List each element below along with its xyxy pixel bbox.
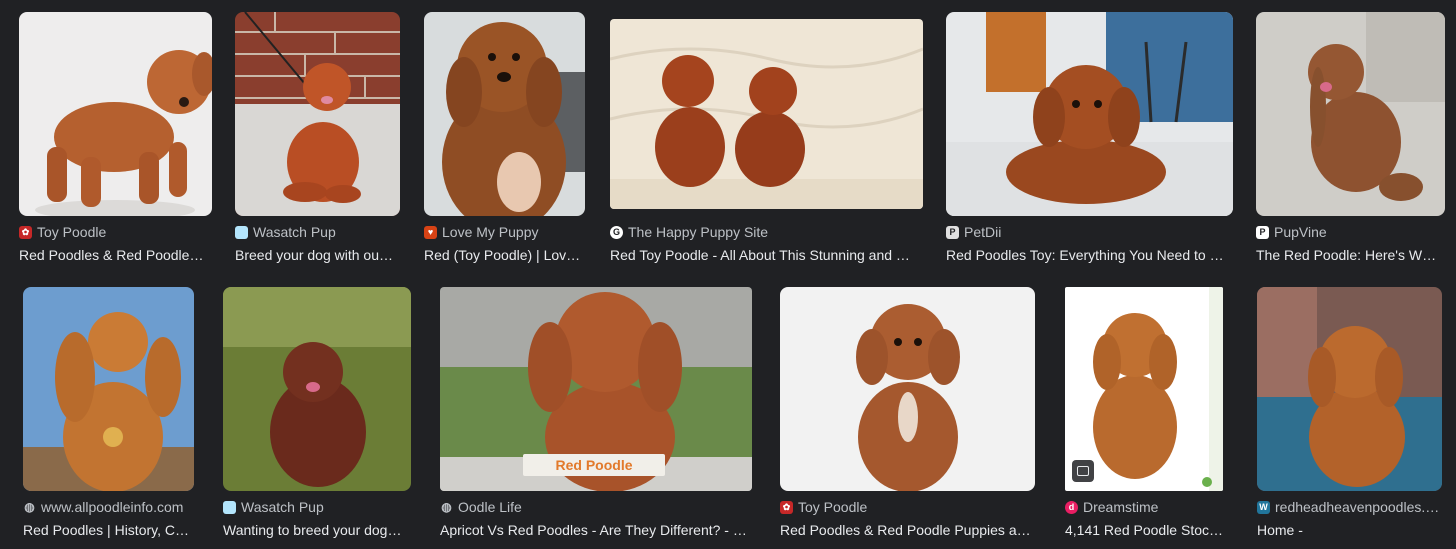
poodle-image	[1257, 287, 1442, 491]
result-source[interactable]: ◍ Oodle Life	[440, 498, 522, 516]
wasatch-pup-icon	[235, 225, 248, 239]
result-source[interactable]: P PetDii	[946, 223, 1001, 241]
source-label: redheadheavenpoodles.com	[1275, 499, 1441, 515]
source-label: Dreamstime	[1083, 499, 1159, 515]
result-source[interactable]: ✿ Toy Poodle	[19, 223, 106, 241]
source-label: Toy Poodle	[37, 224, 107, 240]
source-label: www.allpoodleinfo.com	[41, 499, 184, 515]
poodle-image	[610, 19, 923, 209]
result-title[interactable]: The Red Poodle: Here's What You Should K…	[1256, 245, 1438, 265]
result-source[interactable]: ✿ Toy Poodle	[780, 498, 867, 516]
poodle-image	[424, 12, 585, 216]
poodle-image	[780, 287, 1035, 491]
source-label: Love My Puppy	[442, 224, 539, 240]
result-source[interactable]: ♥ Love My Puppy	[424, 223, 539, 241]
result-thumbnail[interactable]	[1256, 12, 1445, 216]
result-source[interactable]: Wasatch Pup	[235, 223, 336, 241]
result-thumbnail[interactable]	[424, 12, 585, 216]
result-thumbnail[interactable]	[610, 19, 923, 209]
dreamstime-icon: d	[1065, 500, 1078, 514]
result-title[interactable]: Red Toy Poodle - All About This Stunning…	[610, 245, 916, 265]
result-title[interactable]: 4,141 Red Poodle Stock Photos	[1065, 520, 1225, 540]
source-label: PupVine	[1274, 224, 1327, 240]
image-icon	[1077, 466, 1089, 476]
result-source[interactable]: ◍ www.allpoodleinfo.com	[23, 498, 183, 516]
source-label: Oodle Life	[458, 499, 522, 515]
source-label: The Happy Puppy Site	[628, 224, 769, 240]
result-thumbnail[interactable]	[780, 287, 1035, 491]
poodle-image	[19, 12, 212, 216]
wordpress-icon: W	[1257, 500, 1270, 514]
result-title[interactable]: Red Poodles Toy: Everything You Need to …	[946, 245, 1228, 265]
petdii-icon: P	[946, 225, 959, 239]
globe-icon: ◍	[24, 500, 35, 514]
pupvine-icon: P	[1256, 225, 1269, 239]
poodle-image	[235, 12, 400, 216]
result-title[interactable]: Apricot Vs Red Poodles - Are They Differ…	[440, 520, 750, 540]
result-thumbnail[interactable]	[223, 287, 411, 491]
source-label: Wasatch Pup	[253, 224, 336, 240]
result-source[interactable]: d Dreamstime	[1065, 498, 1158, 516]
red-poodle-banner: Red Poodle	[523, 454, 665, 476]
paw-icon: ✿	[19, 225, 32, 239]
poodle-image	[1256, 12, 1445, 216]
happy-puppy-icon: G	[610, 225, 623, 239]
result-thumbnail[interactable]	[946, 12, 1233, 216]
paw-icon: ✿	[780, 500, 793, 514]
source-label: Wasatch Pup	[241, 499, 324, 515]
source-label: PetDii	[964, 224, 1002, 240]
result-thumbnail[interactable]	[23, 287, 194, 491]
poodle-image	[946, 12, 1233, 216]
globe-icon: ◍	[441, 500, 452, 514]
result-source[interactable]: G The Happy Puppy Site	[610, 223, 768, 241]
wasatch-pup-icon	[223, 500, 236, 514]
result-title[interactable]: Red Poodles & Red Poodle Puppies at Toy …	[780, 520, 1033, 540]
poodle-image	[23, 287, 194, 491]
result-thumbnail[interactable]	[1257, 287, 1442, 491]
result-source[interactable]: P PupVine	[1256, 223, 1327, 241]
result-title[interactable]: Home -	[1257, 520, 1442, 540]
result-title[interactable]: Wanting to breed your dog? Our studs	[223, 520, 408, 540]
result-title[interactable]: Red Poodles & Red Poodle Puppies at Toy …	[19, 245, 204, 265]
result-source[interactable]: Wasatch Pup	[223, 498, 324, 516]
result-title[interactable]: Breed your dog with our studs	[235, 245, 393, 265]
result-thumbnail[interactable]	[235, 12, 400, 216]
result-title[interactable]: Red Poodles | History, Color Genetics, H…	[23, 520, 195, 540]
result-thumbnail[interactable]	[19, 12, 212, 216]
poodle-image	[223, 287, 411, 491]
heart-icon: ♥	[424, 225, 437, 239]
image-type-badge	[1072, 460, 1094, 482]
source-label: Toy Poodle	[798, 499, 868, 515]
result-title[interactable]: Red (Toy Poodle) | Love My Puppy	[424, 245, 582, 265]
result-source[interactable]: W redheadheavenpoodles.com	[1257, 498, 1441, 516]
